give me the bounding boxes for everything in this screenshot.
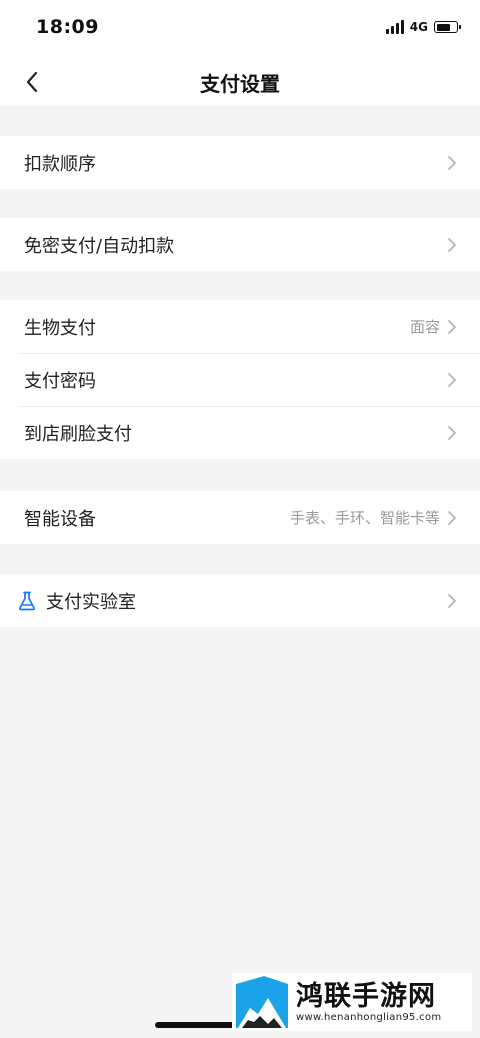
site-watermark: 鸿联手游网 www.henanhonglian95.com [232,973,472,1031]
watermark-title: 鸿联手游网 [296,980,436,1012]
row-label: 到店刷脸支付 [24,423,132,445]
settings-group-password-free: 免密支付/自动扣款 [0,218,480,271]
chevron-right-icon [446,372,458,388]
chevron-right-icon [446,237,458,253]
settings-row-password-free-pay[interactable]: 免密支付/自动扣款 [0,218,480,271]
settings-row-deduction-order[interactable]: 扣款顺序 [0,136,480,189]
navigation-bar: 支付设置 [0,58,480,106]
row-label: 支付密码 [24,370,96,392]
status-time: 18:09 [36,16,99,38]
status-indicators: 4G [385,20,461,34]
chevron-right-icon [446,319,458,335]
settings-row-biometric-pay[interactable]: 生物支付 面容 [0,300,480,353]
row-value: 手表、手环、智能卡等 [289,509,440,527]
page-title: 支付设置 [200,72,280,96]
row-label: 支付实验室 [46,591,136,613]
chevron-right-icon [446,510,458,526]
chevron-right-icon [446,593,458,609]
status-bar: 18:09 4G [0,0,480,58]
row-label: 生物支付 [24,317,96,339]
flask-icon [18,591,36,611]
row-label: 智能设备 [24,508,96,530]
settings-group-pay-lab: 支付实验室 [0,574,480,627]
chevron-right-icon [446,425,458,441]
row-value: 面容 [409,318,440,336]
row-label: 免密支付/自动扣款 [24,235,175,257]
cellular-signal-icon [385,20,404,34]
row-label: 扣款顺序 [24,153,96,175]
settings-row-pay-lab[interactable]: 支付实验室 [0,574,480,627]
settings-group-smart-devices: 智能设备 手表、手环、智能卡等 [0,491,480,544]
settings-group-deduction-order: 扣款顺序 [0,136,480,189]
watermark-logo-icon [234,974,290,1030]
settings-row-smart-devices[interactable]: 智能设备 手表、手环、智能卡等 [0,491,480,544]
battery-icon [434,21,461,33]
network-type: 4G [409,20,428,34]
settings-row-face-pay-in-store[interactable]: 到店刷脸支付 [0,406,480,459]
watermark-url: www.henanhonglian95.com [296,1011,442,1023]
settings-row-pay-password[interactable]: 支付密码 [0,353,480,406]
settings-group-security: 生物支付 面容 支付密码 到店刷脸支付 [0,300,480,459]
chevron-right-icon [446,155,458,171]
